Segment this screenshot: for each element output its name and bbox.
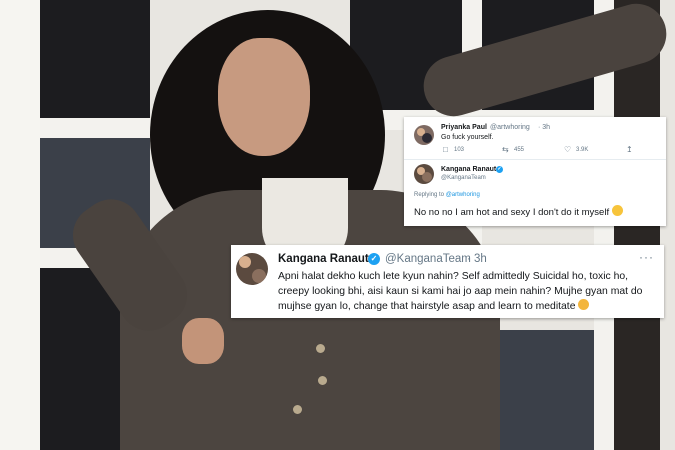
tweet-text: Go fuck yourself.	[441, 134, 494, 141]
author-handle[interactable]: @artwhoring	[490, 124, 530, 131]
reply-author-handle[interactable]: @KanganaTeam	[441, 175, 486, 181]
tweet-text-block: Apni halat dekho kuch lete kyun nahin? S…	[278, 269, 658, 314]
more-options-icon[interactable]: ···	[639, 250, 654, 264]
avatar[interactable]	[414, 125, 434, 145]
face	[218, 38, 310, 156]
reply-count: 103	[454, 147, 465, 153]
window-sash	[40, 118, 150, 138]
divider	[404, 159, 666, 160]
hand	[182, 318, 224, 364]
replying-to-handle[interactable]: @artwhoring	[446, 192, 480, 198]
folded-hands-emoji	[578, 299, 590, 310]
retweet-count: 455	[514, 147, 525, 153]
coat-button	[293, 405, 302, 414]
tweet-time[interactable]: · 3h	[538, 124, 550, 131]
window-sash	[0, 0, 40, 450]
reply-text: No no no I am hot and sexy I don't do it…	[414, 207, 610, 218]
verified-badge-icon: ✓	[368, 253, 380, 265]
window-pane	[40, 0, 150, 118]
author-name[interactable]: Priyanka Paul	[441, 124, 487, 131]
author-handle[interactable]: @KanganaTeam	[385, 253, 471, 265]
reply-author-name[interactable]: Kangana Ranaut	[441, 166, 496, 173]
avatar[interactable]	[236, 253, 268, 285]
replying-to: Replying to @artwhoring	[414, 192, 480, 198]
coat-button	[318, 376, 327, 385]
upside-down-face-emoji	[612, 205, 624, 216]
avatar[interactable]	[414, 164, 434, 184]
author-name[interactable]: Kangana Ranaut	[278, 253, 369, 265]
verified-badge-icon: ✓	[496, 166, 503, 173]
heart-icon[interactable]: ♡	[564, 145, 571, 154]
tweet-time[interactable]: · 3h	[467, 253, 487, 265]
reply-tweet-card[interactable]: Priyanka Paul @artwhoring · 3h Go fuck y…	[404, 117, 666, 226]
reply-text-row: No no no I am hot and sexy I don't do it…	[414, 205, 624, 218]
coat-button	[316, 344, 325, 353]
retweet-icon[interactable]: ⇆	[502, 145, 509, 154]
reply-icon[interactable]: □	[443, 145, 448, 154]
like-count: 3.9K	[576, 147, 589, 153]
share-icon[interactable]: ↥	[626, 145, 633, 154]
main-tweet-card[interactable]: Kangana Ranaut ✓ @KanganaTeam · 3h ··· A…	[231, 245, 664, 318]
